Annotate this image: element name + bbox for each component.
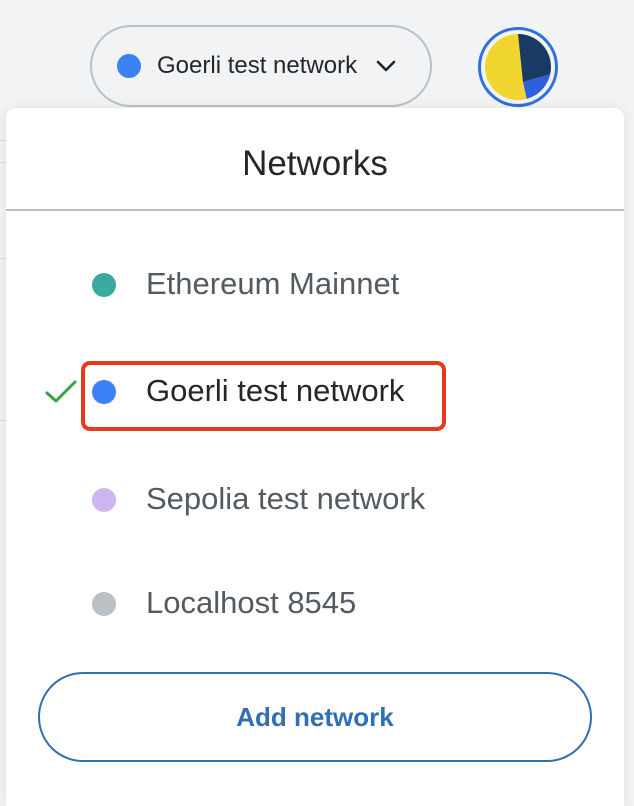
account-avatar[interactable] [478, 27, 558, 107]
network-color-dot [92, 592, 116, 616]
network-item-label: Localhost 8545 [146, 585, 357, 620]
network-item-label: Goerli test network [146, 373, 405, 408]
dropdown-title: Networks [242, 144, 388, 183]
network-color-dot [92, 273, 116, 297]
network-selector-button[interactable]: Goerli test network [90, 25, 432, 107]
check-icon [44, 379, 78, 405]
jazzicon-avatar [485, 34, 551, 100]
network-item-label: Ethereum Mainnet [146, 266, 400, 301]
network-item-localhost[interactable]: Localhost 8545 [6, 569, 624, 639]
network-item-ethereum-mainnet[interactable]: Ethereum Mainnet [6, 250, 624, 320]
networks-dropdown: Networks Ethereum Mainnet Goerli test ne… [6, 108, 624, 806]
chevron-down-icon [375, 55, 397, 77]
network-item-sepolia[interactable]: Sepolia test network [6, 465, 624, 535]
network-item-goerli[interactable]: Goerli test network [6, 357, 624, 431]
network-color-dot [117, 54, 141, 78]
app-screen: Goerli test network Networks Ethereum Ma… [0, 0, 634, 806]
add-network-button[interactable]: Add network [38, 672, 592, 762]
title-divider [6, 209, 624, 211]
network-item-label: Sepolia test network [146, 481, 426, 516]
selected-network-label: Goerli test network [157, 52, 358, 79]
network-color-dot [92, 380, 116, 404]
network-color-dot [92, 488, 116, 512]
